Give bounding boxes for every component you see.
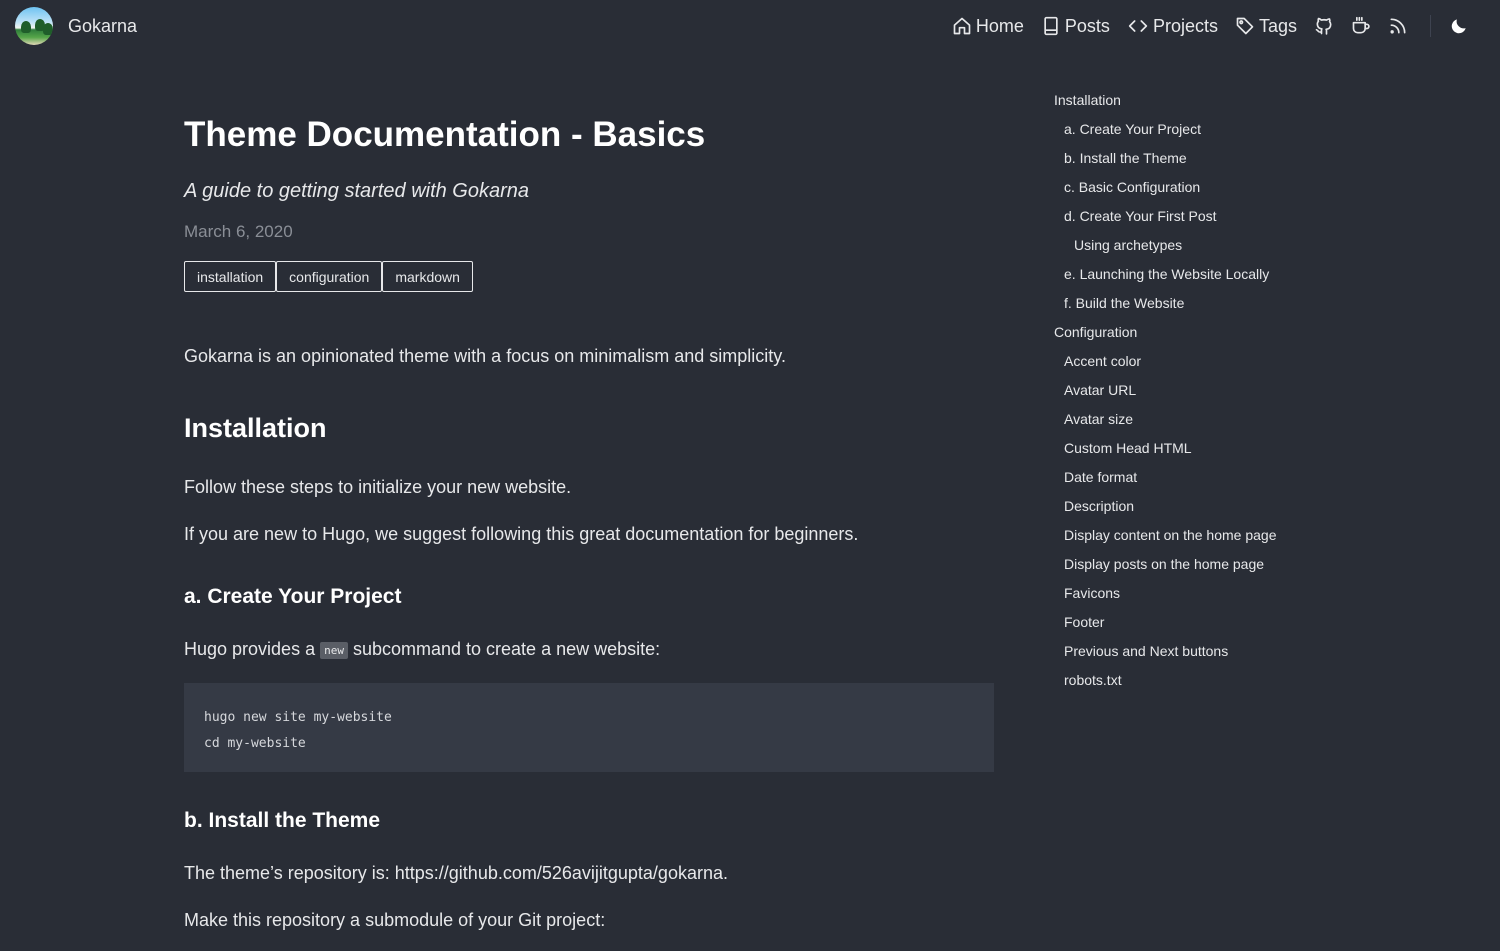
tag-installation[interactable]: installation <box>184 261 277 292</box>
toc-item[interactable]: Description <box>1054 492 1354 521</box>
post-tags: installation configuration markdown <box>184 261 473 292</box>
heading-installation: Installation <box>184 413 327 443</box>
avatar <box>15 7 53 45</box>
text-fragment: . <box>853 524 859 544</box>
toc-item[interactable]: Previous and Next buttons <box>1054 637 1354 666</box>
toc-item[interactable]: Avatar size <box>1054 405 1354 434</box>
toc-item[interactable]: c. Basic Configuration <box>1054 173 1354 202</box>
code-line: hugo new site my-website <box>204 710 392 725</box>
post-title: Theme Documentation - Basics <box>184 115 706 154</box>
theme-toggle-button[interactable] <box>1449 16 1469 36</box>
nav-projects[interactable]: Projects <box>1127 16 1218 37</box>
nav-tags-label: Tags <box>1258 15 1297 36</box>
repository-link[interactable]: https://github.com/526avijitgupta/gokarn… <box>395 863 723 883</box>
site-name: Gokarna <box>68 15 138 36</box>
hugo-provides-paragraph: Hugo provides a new subcommand to create… <box>184 639 660 660</box>
nav-home[interactable]: Home <box>952 16 1024 37</box>
heading-create-project: a. Create Your Project <box>184 585 402 608</box>
beginners-docs-link[interactable]: great documentation for beginners <box>579 524 853 544</box>
coffee-link[interactable] <box>1350 16 1372 36</box>
post-date: March 6, 2020 <box>184 222 293 241</box>
toc-item[interactable]: Using archetypes <box>1054 231 1354 260</box>
code-block[interactable]: hugo new site my-website cd my-website <box>184 683 994 772</box>
nav-divider <box>1430 15 1431 37</box>
toc-item[interactable]: Footer <box>1054 608 1354 637</box>
toc-item[interactable]: Display content on the home page <box>1054 521 1354 550</box>
post-subtitle: A guide to getting started with Gokarna <box>184 180 530 202</box>
toc-item[interactable]: a. Create Your Project <box>1054 115 1354 144</box>
nav-home-label: Home <box>975 15 1024 36</box>
inline-code: new <box>320 641 348 659</box>
heading-install-theme: b. Install the Theme <box>184 809 381 832</box>
text-fragment: The theme’s repository is: <box>184 863 395 883</box>
home-icon <box>953 17 971 35</box>
toc-item[interactable]: Display posts on the home page <box>1054 550 1354 579</box>
toc-item[interactable]: Favicons <box>1054 579 1354 608</box>
toc-item[interactable]: robots.txt <box>1054 666 1354 695</box>
site-header: Gokarna Home Posts Projects Tags <box>0 0 1500 52</box>
text-fragment: , we suggest following this <box>365 524 580 544</box>
github-link[interactable] <box>1314 16 1334 36</box>
github-icon <box>1315 17 1332 35</box>
toc-item[interactable]: e. Launching the Website Locally <box>1054 260 1354 289</box>
moon-icon <box>1451 19 1466 34</box>
toc-item[interactable]: d. Create Your First Post <box>1054 202 1354 231</box>
rss-link[interactable] <box>1388 16 1408 36</box>
rss-icon <box>1390 18 1406 34</box>
nav-posts[interactable]: Posts <box>1041 16 1110 37</box>
toc-item[interactable]: Avatar URL <box>1054 376 1354 405</box>
follow-steps-paragraph: Follow these steps to initialize your ne… <box>184 477 572 497</box>
toc-item[interactable]: Custom Head HTML <box>1054 434 1354 463</box>
toc-item[interactable]: Configuration <box>1054 318 1354 347</box>
main-nav: Home Posts Projects Tags <box>935 0 1500 52</box>
repository-paragraph: The theme’s repository is: https://githu… <box>184 863 728 884</box>
site-brand-link[interactable]: Gokarna <box>15 7 137 45</box>
table-of-contents: Installation a. Create Your Project b. I… <box>1054 86 1354 695</box>
nav-projects-label: Projects <box>1152 15 1218 36</box>
code-icon <box>1128 20 1148 32</box>
text-fragment: If you are new to <box>184 524 323 544</box>
toc-item[interactable]: Date format <box>1054 463 1354 492</box>
toc-item[interactable]: Accent color <box>1054 347 1354 376</box>
code-line: cd my-website <box>204 736 306 751</box>
text-fragment: Hugo provides a <box>184 639 321 659</box>
submodule-paragraph: Make this repository a submodule of your… <box>184 910 606 930</box>
nav-posts-label: Posts <box>1064 15 1110 36</box>
intro-paragraph: Gokarna is an opinionated theme with a f… <box>184 346 786 366</box>
toc-item[interactable]: b. Install the Theme <box>1054 144 1354 173</box>
text-fragment: subcommand to create a new website: <box>347 639 661 659</box>
toc-item[interactable]: f. Build the Website <box>1054 289 1354 318</box>
hugo-link[interactable]: Hugo <box>322 524 365 544</box>
tag-icon <box>1236 17 1254 35</box>
tag-markdown[interactable]: markdown <box>382 261 473 292</box>
text-fragment: . <box>722 863 728 883</box>
nav-tags[interactable]: Tags <box>1235 16 1297 37</box>
toc-item[interactable]: Installation <box>1054 86 1354 115</box>
coffee-icon <box>1352 16 1370 34</box>
book-icon <box>1044 16 1058 36</box>
tag-configuration[interactable]: configuration <box>276 261 383 292</box>
new-to-hugo-paragraph: If you are new to Hugo, we suggest follo… <box>184 524 858 545</box>
